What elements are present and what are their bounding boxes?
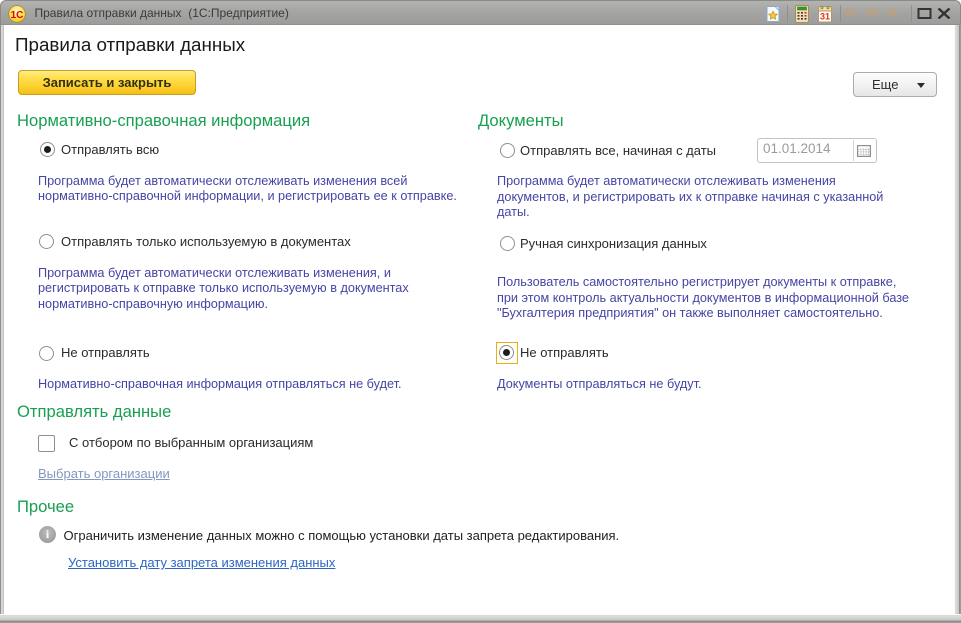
svg-text:1C: 1C bbox=[11, 10, 24, 21]
svg-text:31: 31 bbox=[820, 12, 830, 22]
